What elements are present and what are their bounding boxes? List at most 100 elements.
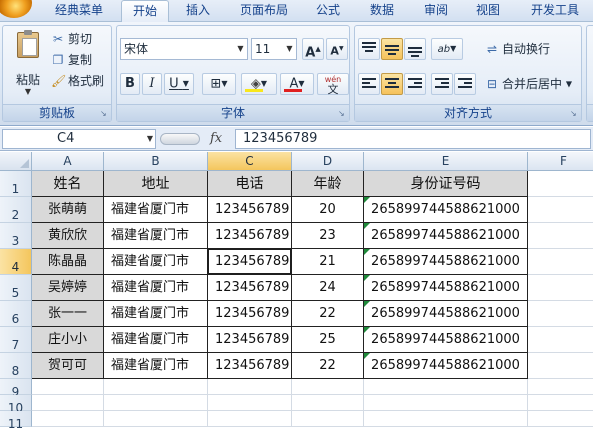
tab-classic-menu[interactable]: 经典菜单: [44, 0, 114, 22]
cell-f1[interactable]: [528, 171, 593, 197]
cell-e7[interactable]: 265899744588621000: [364, 327, 528, 353]
chevron-down-icon[interactable]: ▼: [283, 39, 296, 59]
cell-c6[interactable]: 123456789: [208, 301, 292, 327]
cell-a7[interactable]: 庄小小: [32, 327, 104, 353]
format-painter-button[interactable]: 🖌 格式刷: [51, 71, 104, 91]
wrap-text-button[interactable]: ⇌ 自动换行: [485, 39, 550, 59]
cell-c3[interactable]: 123456789: [208, 223, 292, 249]
underline-button[interactable]: U ▼: [164, 73, 194, 95]
font-color-button[interactable]: A▼: [280, 73, 314, 95]
cell-e1[interactable]: 身份证号码: [364, 171, 528, 197]
formula-bar-resize-handle[interactable]: [160, 133, 200, 145]
cell-e3[interactable]: 265899744588621000: [364, 223, 528, 249]
row-header-9[interactable]: 9: [0, 379, 32, 399]
cell-a10[interactable]: [32, 395, 104, 411]
borders-button[interactable]: ⊞▼: [202, 73, 236, 95]
cell-b11[interactable]: [104, 411, 208, 427]
cell-a2[interactable]: 张萌萌: [32, 197, 104, 223]
cell-f9[interactable]: [528, 379, 593, 395]
increase-indent-button[interactable]: [454, 73, 476, 95]
cell-d9[interactable]: [292, 379, 364, 395]
tab-data[interactable]: 数据: [360, 0, 404, 22]
cell-a1[interactable]: 姓名: [32, 171, 104, 197]
row-header-4[interactable]: 4: [0, 249, 32, 275]
chevron-down-icon[interactable]: ▼: [147, 130, 153, 148]
cell-a6[interactable]: 张一一: [32, 301, 104, 327]
cell-d1[interactable]: 年龄: [292, 171, 364, 197]
cell-c10[interactable]: [208, 395, 292, 411]
cell-d3[interactable]: 23: [292, 223, 364, 249]
cell-f11[interactable]: [528, 411, 593, 427]
shrink-font-button[interactable]: A▼: [326, 38, 348, 60]
tab-review[interactable]: 审阅: [414, 0, 458, 22]
row-header-10[interactable]: 10: [0, 395, 32, 415]
cell-f3[interactable]: [528, 223, 593, 249]
cell-d10[interactable]: [292, 395, 364, 411]
row-header-2[interactable]: 2: [0, 197, 32, 223]
merge-center-button[interactable]: ⊟ 合并后居中 ▼: [485, 74, 572, 94]
chevron-down-icon[interactable]: ▼: [566, 80, 572, 89]
cell-b2[interactable]: 福建省厦门市: [104, 197, 208, 223]
cell-c8[interactable]: 123456789: [208, 353, 292, 379]
row-header-11[interactable]: 11: [0, 411, 32, 431]
cell-f8[interactable]: [528, 353, 593, 379]
cell-a9[interactable]: [32, 379, 104, 395]
cut-button[interactable]: ✂ 剪切: [51, 29, 92, 49]
cell-c9[interactable]: [208, 379, 292, 395]
cell-c7[interactable]: 123456789: [208, 327, 292, 353]
column-header-f[interactable]: F: [528, 152, 593, 171]
phonetic-guide-button[interactable]: wén 文: [317, 73, 349, 95]
cell-d5[interactable]: 24: [292, 275, 364, 301]
tab-insert[interactable]: 插入: [175, 0, 221, 22]
cell-f4[interactable]: [528, 249, 593, 275]
cell-f5[interactable]: [528, 275, 593, 301]
cell-d4[interactable]: 21: [292, 249, 364, 275]
cell-e8[interactable]: 265899744588621000: [364, 353, 528, 379]
cell-a5[interactable]: 吴婷婷: [32, 275, 104, 301]
cell-a8[interactable]: 贺可可: [32, 353, 104, 379]
cell-e11[interactable]: [364, 411, 528, 427]
column-header-e[interactable]: E: [364, 152, 528, 171]
formula-input[interactable]: 123456789: [235, 129, 591, 149]
cell-d6[interactable]: 22: [292, 301, 364, 327]
align-center-button[interactable]: [381, 73, 403, 95]
office-button[interactable]: [0, 0, 32, 18]
align-middle-button[interactable]: [381, 38, 403, 60]
cell-e4[interactable]: 265899744588621000: [364, 249, 528, 275]
cell-d11[interactable]: [292, 411, 364, 427]
row-header-3[interactable]: 3: [0, 223, 32, 249]
cell-f7[interactable]: [528, 327, 593, 353]
cell-c5[interactable]: 123456789: [208, 275, 292, 301]
cell-b3[interactable]: 福建省厦门市: [104, 223, 208, 249]
cell-c4[interactable]: 123456789: [208, 249, 292, 275]
column-header-b[interactable]: B: [104, 152, 208, 171]
cell-b9[interactable]: [104, 379, 208, 395]
cell-a4[interactable]: 陈晶晶: [32, 249, 104, 275]
cell-f2[interactable]: [528, 197, 593, 223]
dialog-launcher-icon[interactable]: ↘: [100, 109, 109, 118]
chevron-down-icon[interactable]: ▼: [234, 39, 247, 59]
cell-b6[interactable]: 福建省厦门市: [104, 301, 208, 327]
row-header-1[interactable]: 1: [0, 171, 32, 197]
dialog-launcher-icon[interactable]: ↘: [570, 109, 579, 118]
cell-f6[interactable]: [528, 301, 593, 327]
cell-a11[interactable]: [32, 411, 104, 427]
paste-button[interactable]: 粘贴 ▼: [9, 29, 47, 99]
tab-developer[interactable]: 开发工具: [522, 0, 588, 22]
italic-button[interactable]: I: [142, 73, 162, 95]
name-box[interactable]: C4 ▼: [2, 129, 156, 149]
row-header-8[interactable]: 8: [0, 353, 32, 379]
cell-f10[interactable]: [528, 395, 593, 411]
cell-b1[interactable]: 地址: [104, 171, 208, 197]
fill-color-button[interactable]: ◈▼: [241, 73, 277, 95]
cell-c1[interactable]: 电话: [208, 171, 292, 197]
decrease-indent-button[interactable]: [431, 73, 453, 95]
font-name-combo[interactable]: 宋体 ▼: [120, 38, 248, 60]
bold-button[interactable]: B: [120, 73, 140, 95]
row-header-5[interactable]: 5: [0, 275, 32, 301]
cell-b5[interactable]: 福建省厦门市: [104, 275, 208, 301]
select-all-button[interactable]: [0, 152, 32, 171]
tab-home[interactable]: 开始: [121, 0, 169, 23]
align-bottom-button[interactable]: [404, 38, 426, 60]
copy-button[interactable]: ❐ 复制: [51, 50, 92, 70]
